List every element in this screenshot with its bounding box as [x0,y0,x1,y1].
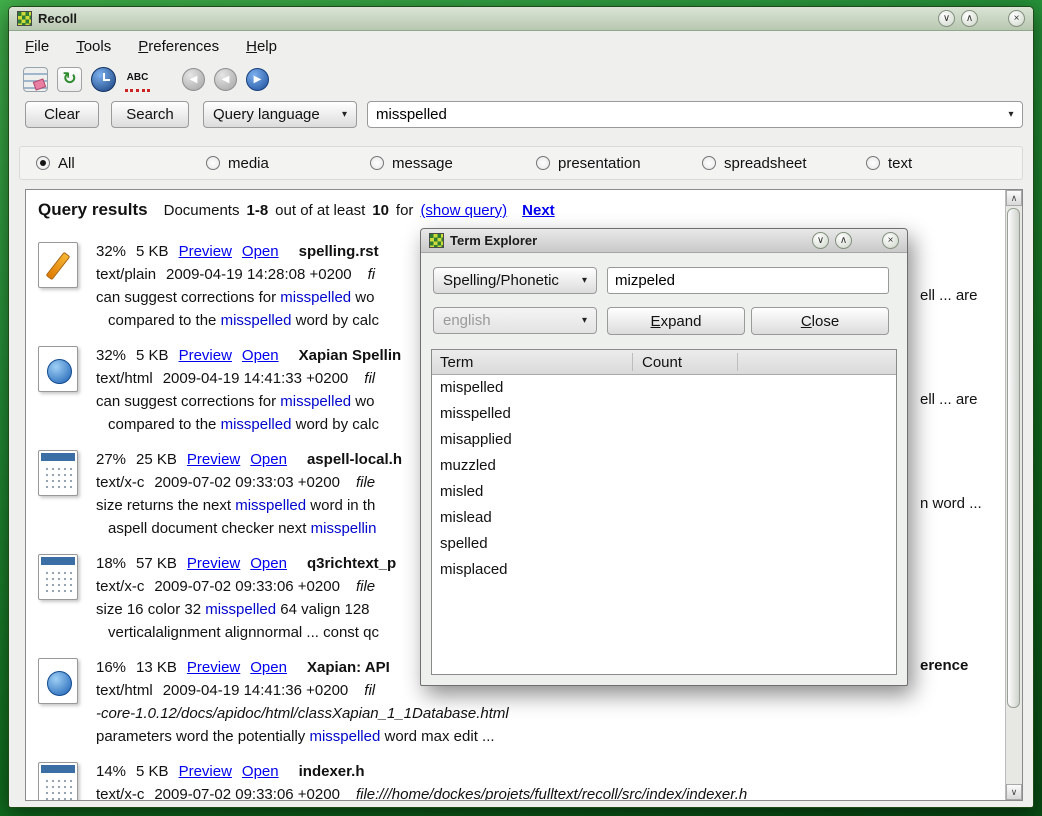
expansion-mode-value: Spelling/Phonetic [443,272,559,289]
toolbar-separator [159,79,173,80]
chevron-down-icon[interactable]: ▾ [1000,109,1022,120]
dialog-titlebar[interactable]: Term Explorer ∨ ∧ × [421,229,907,253]
scroll-down-icon[interactable]: ∨ [1006,784,1022,800]
expand-button[interactable]: Expand [607,307,745,335]
column-divider[interactable] [632,353,633,371]
close-dialog-icon[interactable]: × [882,232,899,249]
desktop-background: Recoll ∨ ∧ × File Tools Preferences Help ↻ A… [0,0,1042,816]
count-column-header[interactable]: Count [642,351,682,375]
column-divider[interactable] [737,353,738,371]
menu-item-file[interactable]: File [25,38,49,55]
previous-page-icon[interactable]: ◀ [214,68,237,91]
next-page-icon[interactable]: ▶ [246,68,269,91]
update-index-icon[interactable]: ↻ [57,67,82,92]
main-window-titlebar[interactable]: Recoll ∨ ∧ × [9,7,1033,31]
toolbar: ↻ ABC ◀ ◀ ▶ [9,61,1033,97]
clipped-text-fragment: n word ... [920,492,982,515]
unshade-dialog-icon[interactable]: ∧ [835,232,852,249]
filter-item-presentation[interactable]: presentation [536,147,641,179]
term-row[interactable]: mislead [432,505,896,531]
term-row[interactable]: muzzled [432,453,896,479]
term-table-header[interactable]: Term Count [432,350,896,375]
chevron-down-icon: ▾ [334,109,347,120]
menu-item-tools[interactable]: Tools [76,38,111,55]
term-input[interactable] [607,267,889,294]
radio-media[interactable] [206,156,220,170]
menu-item-help[interactable]: Help [246,38,277,55]
filter-item-all[interactable]: All [36,147,75,179]
filter-bar: All media message presentation spreadsheet te… [19,146,1023,180]
shade-dialog-icon[interactable]: ∨ [812,232,829,249]
filter-label: media [228,155,269,172]
menu-item-preferences[interactable]: Preferences [138,38,219,55]
term-row[interactable]: mispelled [432,375,896,401]
filter-item-spreadsheet[interactable]: spreadsheet [702,147,807,179]
recoll-app-icon [429,233,444,248]
window-controls: ∨ ∧ × [938,10,1025,27]
term-row[interactable]: spelled [432,531,896,557]
clear-search-icon[interactable] [23,67,48,92]
filter-item-text[interactable]: text [866,147,912,179]
term-explorer-dialog: Term Explorer ∨ ∧ × Spelling/Phonetic ▾ … [420,228,908,686]
term-row[interactable]: misapplied [432,427,896,453]
recoll-app-icon [17,11,32,26]
search-mode-value: Query language [213,106,320,123]
filter-label: message [392,155,453,172]
filter-item-media[interactable]: media [206,147,269,179]
radio-message[interactable] [370,156,384,170]
vertical-scrollbar[interactable]: ∧ ∨ [1005,190,1022,800]
term-rows: mispelledmisspelledmisappliedmuzzledmisl… [432,375,896,674]
term-row[interactable]: misspelled [432,401,896,427]
term-explorer-icon[interactable]: ABC [125,67,150,92]
filter-label: spreadsheet [724,155,807,172]
close-window-icon[interactable]: × [1008,10,1025,27]
expansion-mode-combo[interactable]: Spelling/Phonetic ▾ [433,267,597,294]
query-combobox[interactable]: ▾ [367,101,1023,128]
search-button[interactable]: Search [111,101,189,128]
filter-item-message[interactable]: message [370,147,453,179]
clipped-text-fragment: ell ... are [920,284,978,307]
clipped-text-fragment: ell ... are [920,388,978,411]
search-row: Clear Search Query language ▾ ▾ [9,97,1033,133]
shade-window-icon[interactable]: ∨ [938,10,955,27]
scrollbar-thumb[interactable] [1007,208,1020,708]
radio-presentation[interactable] [536,156,550,170]
unshade-window-icon[interactable]: ∧ [961,10,978,27]
term-column-header[interactable]: Term [440,351,473,375]
term-table: Term Count mispelledmisspelledmisapplied… [431,349,897,675]
clear-button[interactable]: Clear [25,101,99,128]
menu-bar: File Tools Preferences Help [9,31,1033,61]
term-row[interactable]: misplaced [432,557,896,583]
filter-label: text [888,155,912,172]
language-value: english [443,312,491,329]
scroll-up-icon[interactable]: ∧ [1006,190,1022,206]
dialog-window-controls: ∨ ∧ × [812,232,899,249]
first-page-icon[interactable]: ◀ [182,68,205,91]
term-row[interactable]: misled [432,479,896,505]
language-combo: english ▾ [433,307,597,334]
close-button[interactable]: Close [751,307,889,335]
radio-all[interactable] [36,156,50,170]
chevron-down-icon: ▾ [574,275,587,286]
dialog-title: Term Explorer [450,233,537,248]
sort-by-date-icon[interactable] [91,67,116,92]
window-title: Recoll [38,11,77,26]
clipped-text-fragment: erence [920,654,968,677]
filter-label: All [58,155,75,172]
filter-label: presentation [558,155,641,172]
radio-text[interactable] [866,156,880,170]
radio-spreadsheet[interactable] [702,156,716,170]
query-input[interactable] [368,106,1000,123]
chevron-down-icon: ▾ [574,315,587,326]
search-mode-combo[interactable]: Query language ▾ [203,101,357,128]
